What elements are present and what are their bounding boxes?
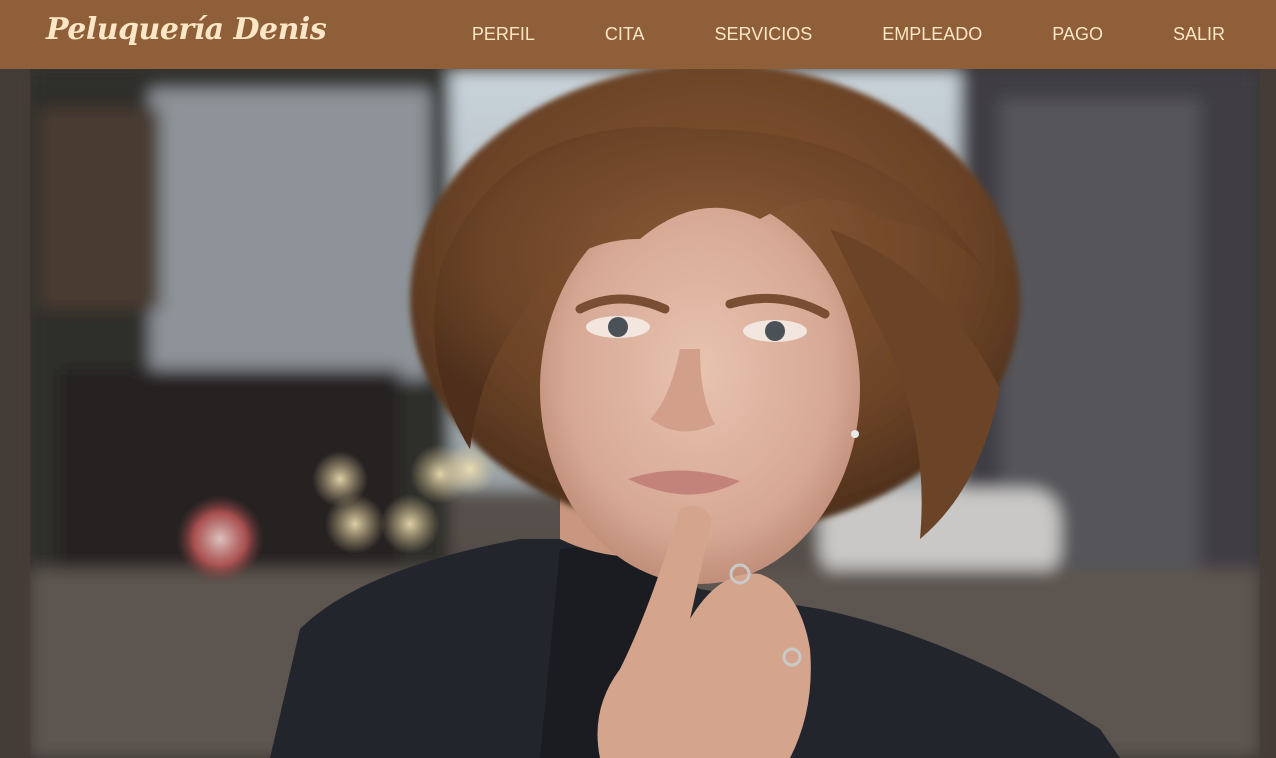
hero-photo <box>0 69 1276 758</box>
nav-menu: PERFIL CITA SERVICIOS EMPLEADO PAGO SALI… <box>437 0 1276 69</box>
nav-link-empleado[interactable]: EMPLEADO <box>847 0 1017 69</box>
nav-link-servicios[interactable]: SERVICIOS <box>680 0 848 69</box>
nav-link-salir[interactable]: SALIR <box>1138 0 1276 69</box>
nav-link-perfil[interactable]: PERFIL <box>437 0 570 69</box>
nav-link-pago[interactable]: PAGO <box>1017 0 1138 69</box>
navbar: Peluquería Denis PERFIL CITA SERVICIOS E… <box>0 0 1276 69</box>
hero-banner <box>0 69 1276 758</box>
brand-logo-link[interactable]: Peluquería Denis <box>46 12 327 47</box>
nav-link-cita[interactable]: CITA <box>570 0 680 69</box>
